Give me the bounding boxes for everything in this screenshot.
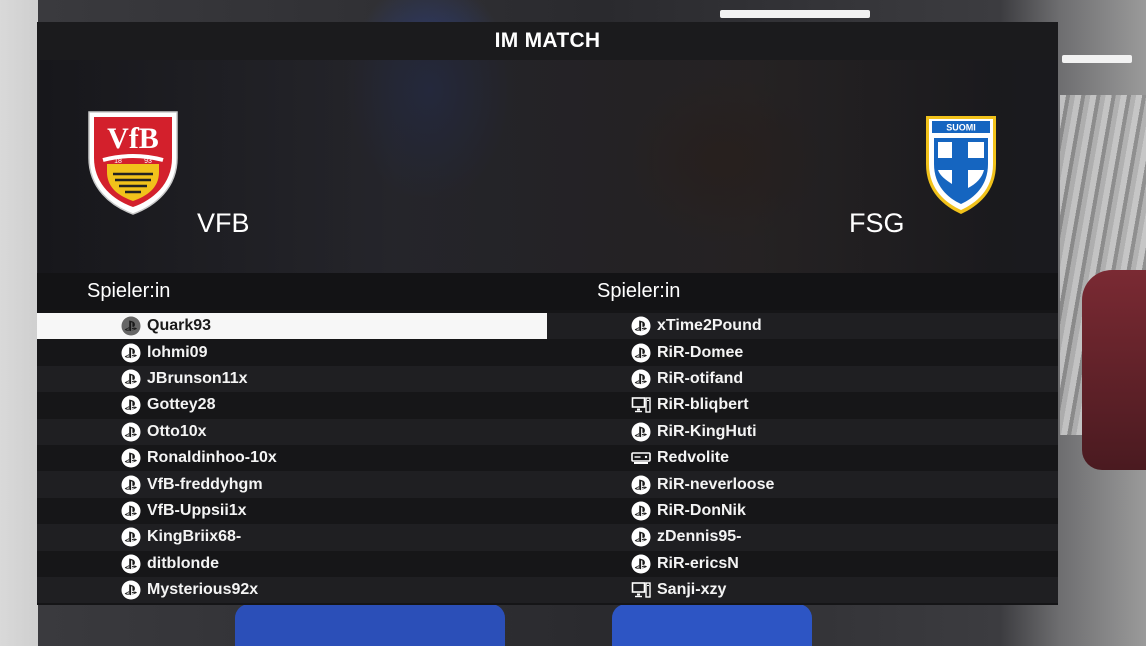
playstation-icon xyxy=(121,554,147,574)
svg-text:93: 93 xyxy=(144,158,152,165)
vfb-crest-icon: VfB 18 93 xyxy=(88,111,178,215)
pc-icon xyxy=(631,580,657,600)
player-row[interactable]: VfB-Uppsii1x xyxy=(37,497,547,525)
playstation-icon xyxy=(631,475,657,495)
player-lists: Spieler:in Quark93 lohmi09 JBrunson11x Gott… xyxy=(37,273,1058,605)
player-name: KingBriix68- xyxy=(147,528,242,546)
playstation-icon xyxy=(121,501,147,521)
player-row[interactable]: lohmi09 xyxy=(37,339,547,366)
away-rows: xTime2Pound RiR-Domee RiR-otifand RiR-bliqb… xyxy=(547,313,1058,604)
svg-text:SUOMI: SUOMI xyxy=(946,123,976,133)
player-name: Gottey28 xyxy=(147,396,216,414)
playstation-icon xyxy=(631,527,657,547)
home-player-list: Spieler:in Quark93 lohmi09 JBrunson11x Gott… xyxy=(37,273,547,605)
playstation-icon xyxy=(121,395,147,415)
playstation-icon xyxy=(121,369,147,389)
player-row[interactable]: KingBriix68- xyxy=(37,524,547,551)
player-name: Quark93 xyxy=(147,317,212,335)
player-name: Ronaldinhoo-10x xyxy=(147,449,277,467)
away-list-header: Spieler:in xyxy=(547,273,1058,310)
player-row[interactable]: xTime2Pound xyxy=(547,313,1058,340)
player-name: VfB-Uppsii1x xyxy=(147,501,247,519)
team-banner: VfB 18 93 VFB FSG SUOMI xyxy=(37,60,1058,273)
playstation-icon xyxy=(121,316,147,336)
playstation-icon xyxy=(121,527,147,547)
match-panel: IM MATCH VfB 18 93 VFB FSG SUOMI Spieler… xyxy=(37,22,1058,605)
player-row[interactable]: JBrunson11x xyxy=(37,365,547,393)
player-name: zDennis95- xyxy=(657,528,742,546)
playstation-icon xyxy=(631,343,657,363)
player-name: Otto10x xyxy=(147,422,207,440)
page-title: IM MATCH xyxy=(37,22,1058,60)
playstation-icon xyxy=(631,316,657,336)
away-player-list: Spieler:in xTime2Pound RiR-Domee RiR-otifa… xyxy=(547,273,1058,605)
player-row[interactable]: RiR-bliqbert xyxy=(547,392,1058,419)
xbox-icon xyxy=(631,448,657,468)
player-name: RiR-Domee xyxy=(657,343,744,361)
home-rows: Quark93 lohmi09 JBrunson11x Gottey28 Otto10x… xyxy=(37,313,547,604)
player-row[interactable]: VfB-freddyhgm xyxy=(37,471,547,498)
playstation-icon xyxy=(631,554,657,574)
player-row[interactable]: Quark93 xyxy=(37,313,547,340)
playstation-icon xyxy=(121,475,147,495)
player-name: xTime2Pound xyxy=(657,317,762,335)
playstation-icon xyxy=(631,422,657,442)
player-row[interactable]: zDennis95- xyxy=(547,524,1058,551)
player-row[interactable]: ditblonde xyxy=(37,550,547,577)
player-name: RiR-otifand xyxy=(657,369,744,387)
player-name: RiR-KingHuti xyxy=(657,422,757,440)
player-row[interactable]: RiR-DonNik xyxy=(547,497,1058,525)
player-row[interactable]: Redvolite xyxy=(547,444,1058,472)
player-name: lohmi09 xyxy=(147,343,208,361)
player-row[interactable]: Mysterious92x xyxy=(37,576,547,604)
ceiling-light xyxy=(720,10,870,18)
home-list-header: Spieler:in xyxy=(37,273,547,310)
pc-icon xyxy=(631,395,657,415)
home-team-name: VFB xyxy=(197,208,250,238)
player-name: RiR-bliqbert xyxy=(657,396,749,414)
svg-text:18: 18 xyxy=(114,158,122,165)
background-player-legs xyxy=(235,604,505,646)
player-name: JBrunson11x xyxy=(147,369,248,387)
playstation-icon xyxy=(631,501,657,521)
player-name: RiR-DonNik xyxy=(657,501,746,519)
player-row[interactable]: Otto10x xyxy=(37,418,547,445)
player-row[interactable]: RiR-ericsN xyxy=(547,550,1058,577)
away-team-name: FSG xyxy=(849,208,905,238)
player-name: ditblonde xyxy=(147,554,219,572)
player-row[interactable]: RiR-Domee xyxy=(547,339,1058,366)
svg-text:VfB: VfB xyxy=(107,122,159,155)
ceiling-light xyxy=(1062,55,1132,63)
player-row[interactable]: Sanji-xzy xyxy=(547,576,1058,604)
player-name: Sanji-xzy xyxy=(657,581,727,599)
player-row[interactable]: RiR-otifand xyxy=(547,365,1058,393)
player-row[interactable]: RiR-KingHuti xyxy=(547,418,1058,445)
playstation-icon xyxy=(631,369,657,389)
player-name: RiR-ericsN xyxy=(657,554,739,572)
playstation-icon xyxy=(121,343,147,363)
player-row[interactable]: Gottey28 xyxy=(37,392,547,419)
player-name: Redvolite xyxy=(657,449,730,467)
background-player xyxy=(1082,270,1146,470)
playstation-icon xyxy=(121,448,147,468)
playstation-icon xyxy=(121,422,147,442)
player-name: Mysterious92x xyxy=(147,581,259,599)
player-row[interactable]: Ronaldinhoo-10x xyxy=(37,444,547,472)
player-name: VfB-freddyhgm xyxy=(147,475,263,493)
background-player-legs xyxy=(612,604,812,646)
playstation-icon xyxy=(121,580,147,600)
player-name: RiR-neverloose xyxy=(657,475,775,493)
player-row[interactable]: RiR-neverloose xyxy=(547,471,1058,498)
finland-crest-icon: SUOMI xyxy=(926,116,996,214)
